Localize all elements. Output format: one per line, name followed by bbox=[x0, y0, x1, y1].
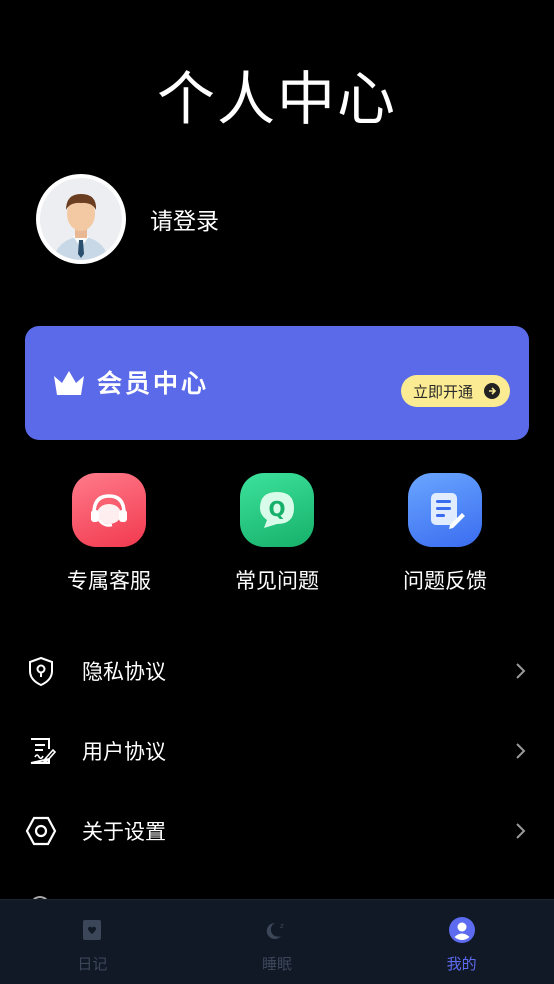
tab-label: 睡眠 bbox=[262, 955, 293, 973]
diary-icon bbox=[77, 915, 107, 945]
crown-icon bbox=[54, 371, 84, 395]
chevron-right-icon bbox=[516, 663, 526, 679]
menu-item-label: 隐私协议 bbox=[82, 660, 166, 684]
bottom-tab-bar: 日记 z 睡眠 我的 bbox=[0, 899, 554, 984]
tab-mine[interactable]: 我的 bbox=[369, 900, 554, 984]
moon-icon: z bbox=[262, 915, 292, 945]
quick-action-faq[interactable]: Q 常见问题 bbox=[212, 473, 342, 595]
menu-item-user-agreement[interactable]: 用户协议 bbox=[0, 721, 554, 781]
page-title: 个人中心 bbox=[156, 65, 397, 133]
chevron-right-icon bbox=[516, 823, 526, 839]
chevron-right-icon bbox=[516, 743, 526, 759]
menu-item-settings[interactable]: 关于设置 bbox=[0, 801, 554, 861]
headset-icon bbox=[72, 473, 146, 547]
quick-action-label: 常见问题 bbox=[235, 569, 319, 593]
tab-sleep[interactable]: z 睡眠 bbox=[185, 900, 370, 984]
arrow-right-icon bbox=[484, 383, 500, 399]
quick-action-label: 专属客服 bbox=[67, 569, 151, 593]
hexagon-settings-icon bbox=[24, 814, 58, 848]
svg-text:z: z bbox=[280, 922, 284, 930]
svg-text:Q: Q bbox=[268, 497, 285, 521]
tab-label: 日记 bbox=[77, 955, 108, 973]
avatar[interactable] bbox=[36, 174, 126, 264]
tab-label: 我的 bbox=[446, 955, 477, 973]
profile-section[interactable]: 请登录 bbox=[36, 174, 219, 264]
vip-activate-button[interactable]: 立即开通 bbox=[401, 375, 510, 407]
menu-item-label: 关于设置 bbox=[82, 820, 166, 844]
faq-icon: Q bbox=[240, 473, 314, 547]
login-link[interactable]: 请登录 bbox=[150, 202, 219, 236]
quick-action-service[interactable]: 专属客服 bbox=[44, 473, 174, 595]
quick-action-feedback[interactable]: 问题反馈 bbox=[380, 473, 510, 595]
user-icon bbox=[447, 915, 477, 945]
vip-activate-label: 立即开通 bbox=[413, 382, 474, 401]
vip-title: 会员中心 bbox=[97, 369, 210, 398]
shield-lock-icon bbox=[24, 654, 58, 688]
vip-card[interactable]: 会员中心 立即开通 bbox=[25, 326, 529, 440]
document-sign-icon bbox=[24, 734, 58, 768]
quick-action-label: 问题反馈 bbox=[403, 569, 487, 593]
tab-diary[interactable]: 日记 bbox=[0, 900, 185, 984]
menu-item-label: 用户协议 bbox=[82, 740, 166, 764]
feedback-icon bbox=[408, 473, 482, 547]
avatar-icon bbox=[40, 178, 122, 260]
menu-item-privacy[interactable]: 隐私协议 bbox=[0, 641, 554, 701]
